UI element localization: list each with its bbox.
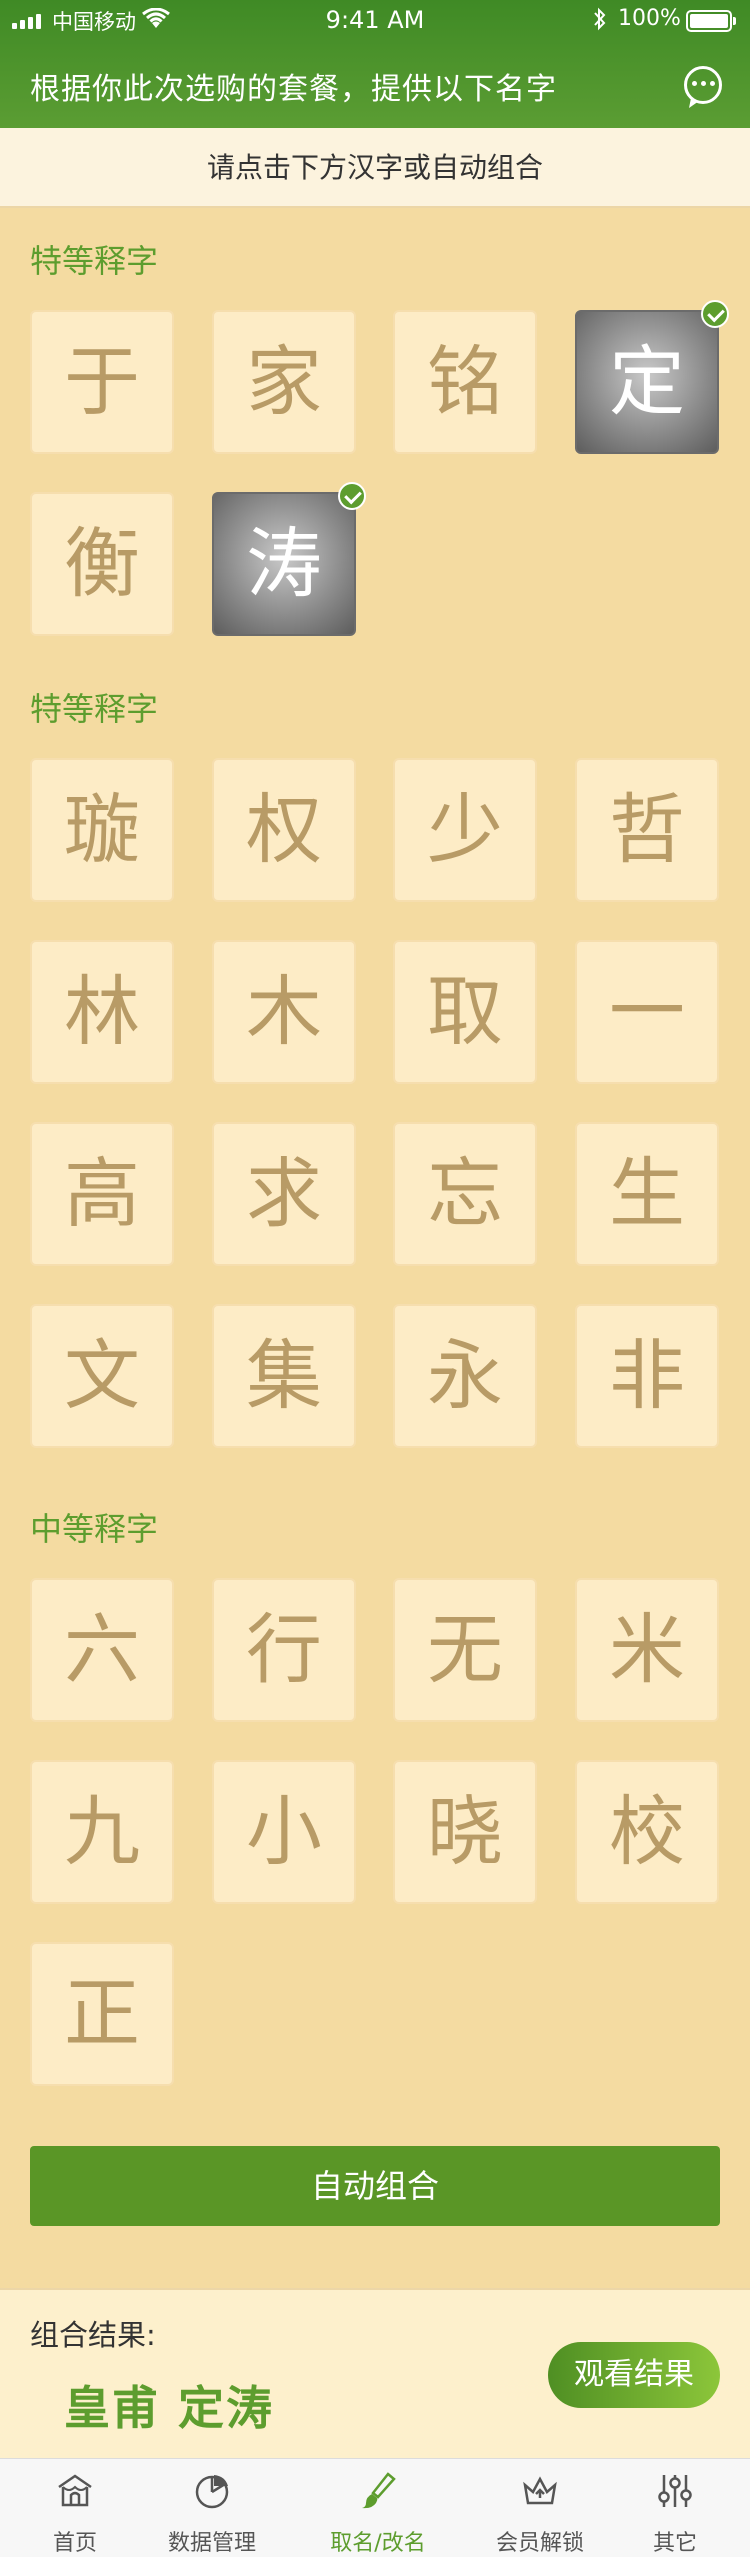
result-name: 皇甫 定涛 (64, 2381, 275, 2435)
char-tile[interactable]: 一 (575, 940, 719, 1084)
result-panel: 组合结果: 皇甫 定涛 观看结果 (0, 2288, 750, 2458)
section-title: 特等释字 (30, 690, 159, 728)
tab-label: 取名/改名 (330, 2531, 426, 2556)
char-tile[interactable]: 无 (393, 1578, 537, 1722)
char-tile[interactable]: 晓 (393, 1760, 537, 1904)
char-text: 求 (246, 1149, 322, 1238)
char-text: 少 (427, 785, 503, 874)
page-title: 根据你此次选购的套餐，提供以下名字 (30, 72, 557, 107)
char-tile[interactable]: 哲 (575, 758, 719, 902)
view-result-button[interactable]: 观看结果 (548, 2342, 720, 2408)
char-tile[interactable]: 校 (575, 1760, 719, 1904)
tab-bar: 首页 数据管理 取名/改名 会员解锁 其它 (0, 2458, 750, 2557)
tab-label: 数据管理 (167, 2531, 256, 2556)
char-text: 家 (246, 337, 322, 426)
char-tile[interactable]: 求 (212, 1122, 356, 1266)
char-tile[interactable]: 高 (30, 1122, 174, 1266)
home-icon (58, 2474, 92, 2507)
char-tile[interactable]: 六 (30, 1578, 174, 1722)
char-tile[interactable]: 涛 (212, 482, 366, 636)
battery-icon (686, 10, 736, 32)
char-tile[interactable]: 九 (30, 1760, 174, 1904)
char-text: 璇 (64, 785, 140, 874)
tab-home[interactable]: 首页 (0, 2459, 150, 2557)
char-text: 定 (609, 337, 685, 426)
char-tile[interactable]: 行 (212, 1578, 356, 1722)
result-label: 组合结果: (30, 2318, 156, 2352)
char-text: 无 (427, 1605, 503, 1694)
auto-combine-button[interactable]: 自动组合 (30, 2146, 720, 2226)
char-tile[interactable]: 非 (575, 1304, 719, 1448)
char-text: 九 (64, 1787, 140, 1876)
tab-label: 会员解锁 (495, 2531, 584, 2556)
tab-membership[interactable]: 会员解锁 (465, 2459, 615, 2557)
char-text: 于 (64, 337, 140, 426)
char-tile[interactable]: 忘 (393, 1122, 537, 1266)
char-text: 校 (609, 1787, 685, 1876)
tab-label: 首页 (52, 2531, 97, 2556)
pie-chart-icon (195, 2475, 229, 2509)
char-text: 忘 (427, 1149, 503, 1238)
char-text: 取 (427, 967, 503, 1056)
char-tile[interactable]: 生 (575, 1122, 719, 1266)
char-text: 涛 (246, 519, 322, 608)
brush-icon (362, 2472, 396, 2509)
char-tile[interactable]: 林 (30, 940, 174, 1084)
char-text: 高 (64, 1149, 140, 1238)
char-text: 林 (64, 967, 140, 1056)
char-tile[interactable]: 木 (212, 940, 356, 1084)
char-text: 生 (609, 1149, 685, 1238)
check-icon (701, 300, 729, 328)
char-text: 非 (609, 1331, 685, 1420)
char-text: 永 (427, 1331, 503, 1420)
char-tile[interactable]: 家 (212, 310, 356, 454)
char-text: 晓 (427, 1787, 503, 1876)
char-text: 行 (246, 1605, 322, 1694)
char-text: 米 (609, 1605, 685, 1694)
battery-percent: 100% (618, 6, 681, 31)
char-text: 铭 (427, 337, 503, 426)
char-text: 正 (64, 1969, 140, 2058)
sliders-icon (658, 2475, 692, 2507)
tab-naming[interactable]: 取名/改名 (303, 2459, 453, 2557)
tab-other[interactable]: 其它 (600, 2459, 750, 2557)
check-icon (338, 482, 366, 510)
char-tile[interactable]: 定 (575, 300, 729, 454)
char-tile[interactable]: 铭 (393, 310, 537, 454)
char-tile[interactable]: 璇 (30, 758, 174, 902)
char-text: 权 (246, 785, 322, 874)
instruction-bar: 请点击下方汉字或自动组合 (0, 128, 750, 208)
char-tile[interactable]: 于 (30, 310, 174, 454)
char-tile[interactable]: 权 (212, 758, 356, 902)
char-tile[interactable]: 集 (212, 1304, 356, 1448)
section-title: 特等释字 (30, 242, 159, 280)
char-text: 六 (64, 1605, 140, 1694)
char-text: 一 (609, 967, 685, 1056)
chat-icon[interactable] (684, 66, 722, 104)
section-title: 中等释字 (30, 1510, 159, 1548)
char-text: 哲 (609, 785, 685, 874)
char-text: 文 (64, 1331, 140, 1420)
tab-data[interactable]: 数据管理 (137, 2459, 287, 2557)
status-bar: 中国移动 9:41 AM 100% (0, 0, 750, 40)
tab-label: 其它 (652, 2531, 697, 2556)
bluetooth-icon (594, 7, 606, 31)
crown-icon (523, 2476, 557, 2505)
char-text: 木 (246, 967, 322, 1056)
char-tile[interactable]: 少 (393, 758, 537, 902)
char-tile[interactable]: 永 (393, 1304, 537, 1448)
app-header: 中国移动 9:41 AM 100% 根据你此次选购的套餐，提供以下名字 (0, 0, 750, 128)
char-tile[interactable]: 正 (30, 1942, 174, 2086)
char-tile[interactable]: 小 (212, 1760, 356, 1904)
char-text: 集 (246, 1331, 322, 1420)
char-tile[interactable]: 米 (575, 1578, 719, 1722)
char-tile[interactable]: 文 (30, 1304, 174, 1448)
char-text: 衡 (64, 519, 140, 608)
char-tile[interactable]: 取 (393, 940, 537, 1084)
char-text: 小 (246, 1787, 322, 1876)
char-tile[interactable]: 衡 (30, 492, 174, 636)
